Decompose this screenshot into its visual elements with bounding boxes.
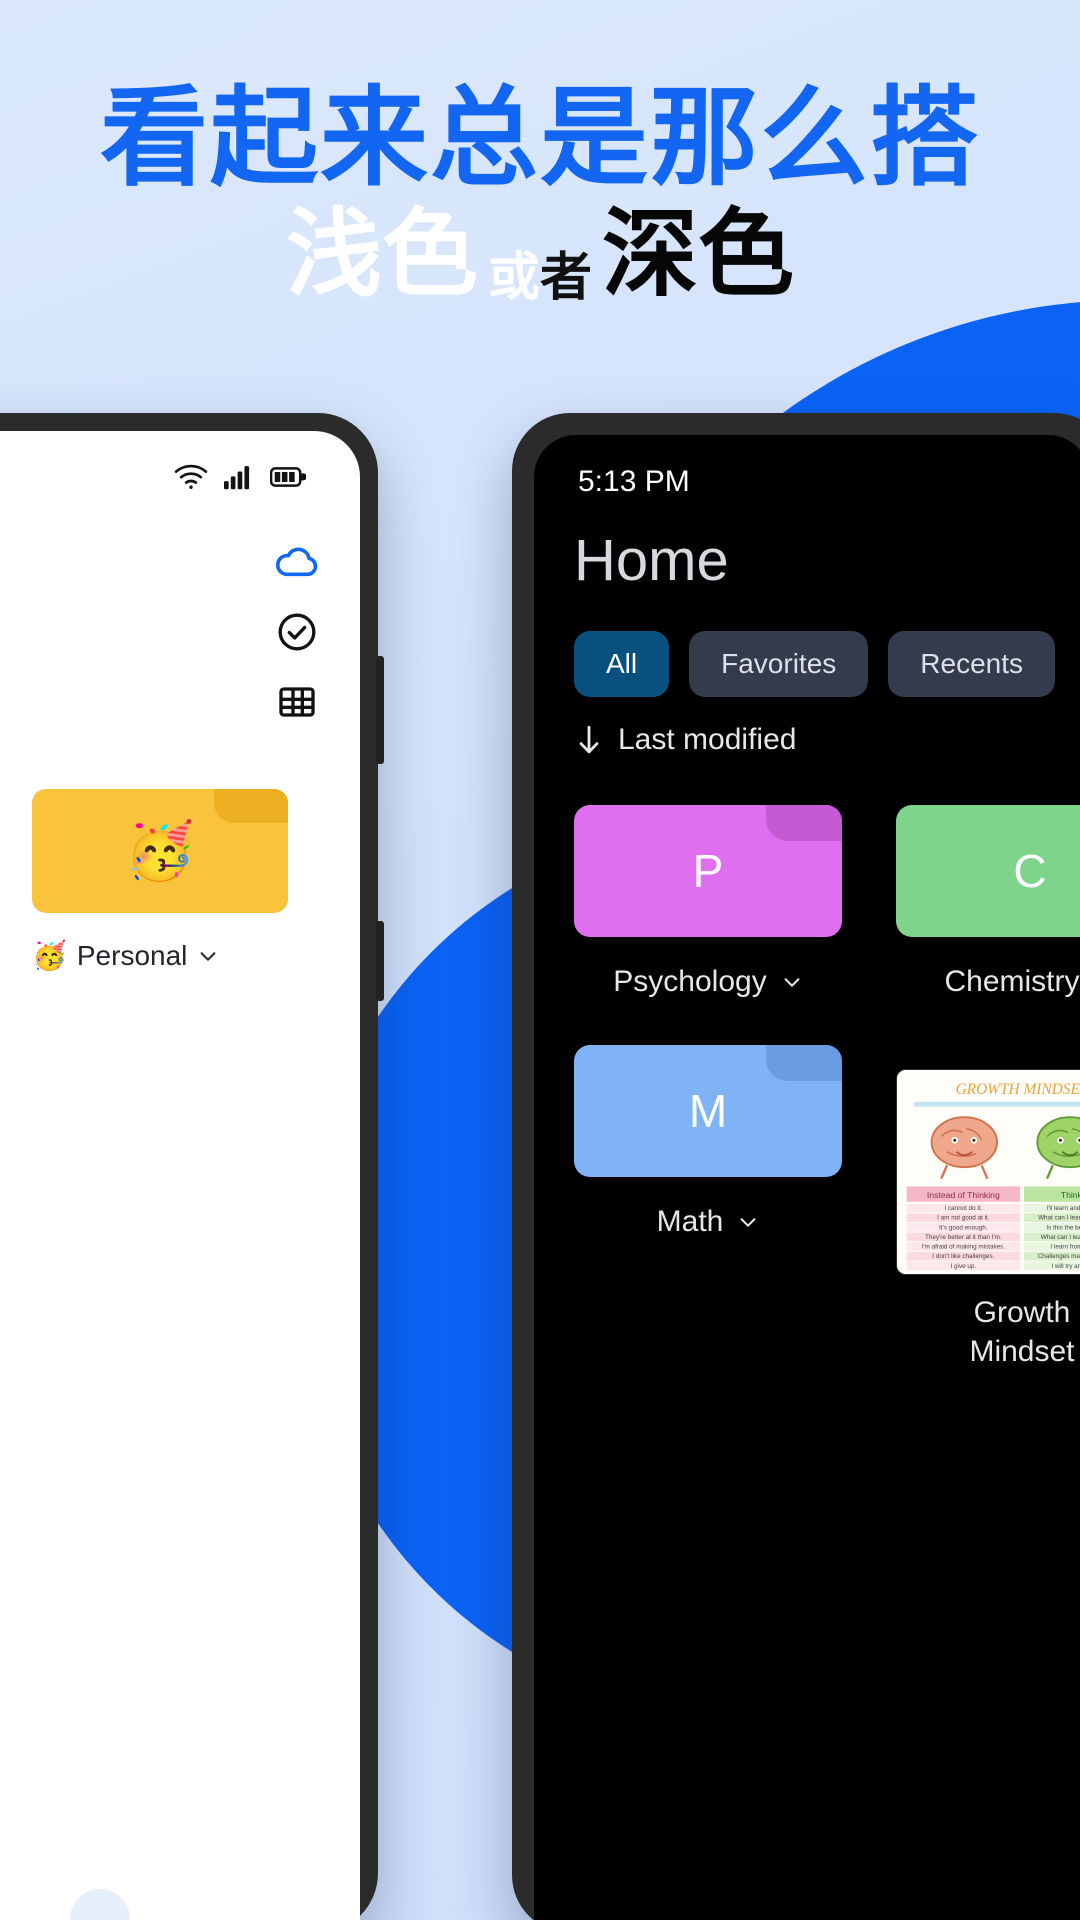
dark-file-grid: P Psychology C Chemistry M Math GROWTH M… [574,805,1080,1371]
light-folder-row: C Chemistry 🥳 🥳 [0,789,360,972]
folder-icon-chemistry: C [896,805,1080,937]
folder-emoji: 🥳 [125,819,195,882]
phone-mockup-light: Recents C Chemistry [0,413,384,1920]
svg-text:It's good enough.: It's good enough. [939,1224,988,1231]
chevron-down-icon[interactable] [197,945,219,967]
phone-mockup-dark: 5:13 PM Home All Favorites Recents Last … [512,413,1080,1920]
phone-side-button-power[interactable] [376,921,384,1001]
note-card-growth-mindset-dark[interactable]: GROWTH MINDSET Instead of Thinking Think… [896,1045,1080,1371]
note-thumbnail: GROWTH MINDSET Instead of Thinking Think… [896,1069,1080,1275]
folder-label-personal: Personal [76,939,188,971]
svg-text:I will try another way.: I will try another way. [1051,1263,1080,1270]
folder-letter: M [688,1085,728,1137]
folder-label-math: Math [656,1205,724,1238]
status-bar-light [0,457,360,501]
phone-screen-light: Recents C Chemistry [0,431,360,1920]
phone-screen-dark: 5:13 PM Home All Favorites Recents Last … [534,435,1080,1920]
light-note-row: GROWTH MINDSET [0,972,360,1294]
light-file-grid: C Chemistry 🥳 🥳 [0,789,360,1294]
promo-stage: 看起来总是那么搭 浅色 或者 深色 🥳 🥳 Personal 5:13 PM H… [0,0,1080,1920]
sort-control[interactable]: Last modified [576,723,796,757]
headline-line-2: 浅色 或者 深色 [0,203,1080,307]
folder-tab [766,1045,842,1081]
note-title-line1: Growth [973,1296,1071,1329]
folder-tab [766,805,842,841]
dark-folder-row-2: M Math GROWTH MINDSET Instead of Thinkin… [574,1045,1080,1371]
folder-label-row: 🥳 Personal [32,939,288,972]
chevron-down-icon[interactable] [781,971,803,993]
svg-text:I don't like challenges.: I don't like challenges. [932,1253,994,1260]
svg-text:I'm afraid of making mistakes.: I'm afraid of making mistakes. [922,1244,1006,1251]
folder-letter: P [692,845,724,897]
chevron-down-icon[interactable] [737,1211,759,1233]
folder-label-row: Psychology [574,965,842,999]
svg-text:I cannot do it.: I cannot do it. [944,1205,982,1212]
svg-text:What can I learn from them?: What can I learn from them? [1041,1234,1080,1241]
signal-icon [224,464,254,495]
page-title: Home [574,528,729,593]
svg-text:I am not good at it.: I am not good at it. [937,1215,990,1222]
cloud-icon[interactable] [274,539,320,585]
promo-headline: 看起来总是那么搭 浅色 或者 深色 [0,77,1080,307]
folder-tab [214,789,288,823]
chip-recents[interactable]: Recents [888,631,1055,697]
folder-label-row: Math [574,1205,842,1239]
headline-conj-char-2: 者 [540,249,593,308]
folder-letter: C [1013,845,1047,897]
folder-label-psychology: Psychology [613,965,767,998]
check-circle-icon[interactable] [274,609,320,655]
folder-label-row: Chemistry [896,965,1080,999]
folder-card-psychology[interactable]: P Psychology [574,805,842,999]
headline-light-word: 浅色 [285,200,478,308]
note-label-growth-mindset: Growth Mindset [896,1293,1080,1371]
battery-icon [269,466,307,493]
svg-text:Is this the best I can do?: Is this the best I can do? [1046,1224,1080,1231]
headline-dark-word: 深色 [602,200,795,308]
phone-side-button-volume[interactable] [376,656,384,764]
light-action-icon-column [274,539,320,725]
svg-text:GROWTH MINDSET: GROWTH MINDSET [956,1081,1080,1098]
svg-text:Instead of Thinking: Instead of Thinking [927,1190,1000,1200]
headline-line-1: 看起来总是那么搭 [99,77,980,198]
folder-card-math[interactable]: M Math [574,1045,842,1371]
folder-card-chemistry-dark[interactable]: C Chemistry [896,805,1080,999]
poster-art: GROWTH MINDSET Instead of Thinking Think… [897,1072,1080,1272]
folder-label-emoji: 🥳 [32,940,67,971]
svg-text:They're better at it than I'm.: They're better at it than I'm. [925,1234,1002,1241]
note-title-line2: Mindset [969,1335,1075,1368]
svg-text:Challenges make me stronger.: Challenges make me stronger. [1038,1253,1080,1260]
headline-conjunction: 或者 [488,250,592,306]
svg-text:I give up.: I give up. [951,1263,977,1270]
svg-text:What can I learn to get better: What can I learn to get better? [1038,1215,1080,1222]
wifi-icon [174,464,208,495]
svg-text:Think This: Think This [1061,1190,1080,1200]
growth-mindset-poster: GROWTH MINDSET Instead of Thinking Think… [897,1070,1080,1274]
svg-text:I'll learn and keep trying.: I'll learn and keep trying. [1046,1205,1080,1212]
folder-icon-personal: 🥳 [32,789,288,913]
svg-text:I learn from mistakes.: I learn from mistakes. [1050,1244,1080,1251]
status-bar-clock: 5:13 PM [578,465,690,498]
dark-filter-chip-row: All Favorites Recents [574,631,1055,697]
arrow-down-icon [579,725,599,754]
chip-all[interactable]: All [574,631,670,697]
folder-icon-psychology: P [574,805,842,937]
grid-view-icon[interactable] [274,679,320,725]
dark-folder-row-1: P Psychology C Chemistry [574,805,1080,999]
folder-card-personal-light[interactable]: 🥳 🥳 Personal [32,789,288,972]
folder-label-chemistry: Chemistry [944,965,1080,998]
headline-conj-char-1: 或 [487,249,540,308]
folder-icon-math: M [574,1045,842,1177]
chip-favorites[interactable]: Favorites [689,631,869,697]
sort-label: Last modified [618,723,797,756]
